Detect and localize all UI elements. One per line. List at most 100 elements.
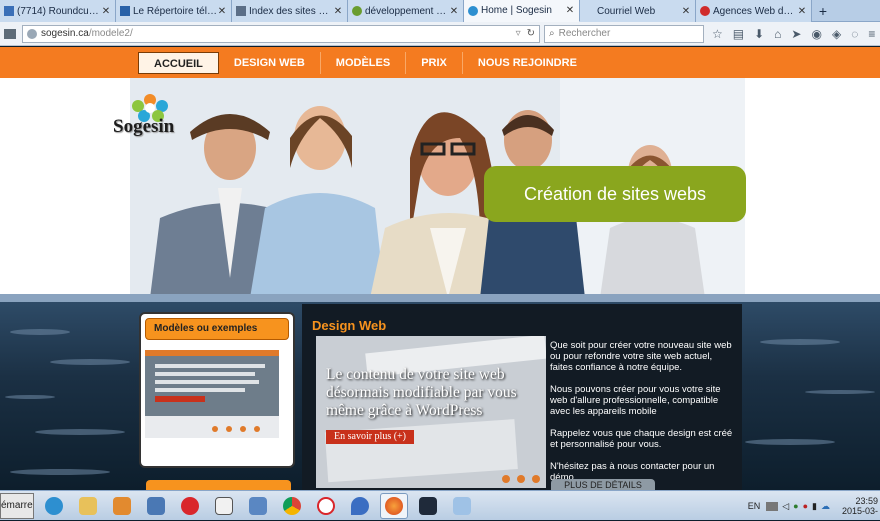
- terminal-icon: [419, 496, 437, 515]
- menu-item-design-web[interactable]: DESIGN WEB: [219, 52, 321, 74]
- network-tray-icon[interactable]: ▮: [812, 501, 817, 512]
- sidebar-icon[interactable]: [4, 28, 16, 39]
- security-icon[interactable]: ●: [803, 501, 808, 511]
- firefox-taskbar-button[interactable]: [380, 492, 408, 519]
- folder-icon: [79, 496, 97, 515]
- hero: [0, 78, 880, 298]
- firefox-icon: [385, 496, 403, 515]
- star-icon[interactable]: ☆: [712, 27, 723, 41]
- url-host: sogesin.ca: [41, 28, 89, 39]
- map-pin-icon: [351, 496, 369, 515]
- clipboard-icon[interactable]: ▤: [733, 27, 744, 41]
- page-icon: [120, 6, 130, 16]
- model-thumbnail[interactable]: [145, 350, 279, 438]
- models-sidebar: Modèles ou exemples: [139, 312, 295, 468]
- app-taskbar-button[interactable]: [312, 493, 340, 519]
- tab[interactable]: Index des sites du Kamour... ✕: [232, 0, 348, 22]
- ie-icon: [45, 496, 63, 515]
- close-icon[interactable]: ✕: [333, 6, 343, 17]
- checkmark-icon: [181, 496, 199, 515]
- system-tray: EN ◁ ● ● ▮ ☁ 23:59 2015-03-: [748, 491, 880, 521]
- menu-icon[interactable]: ≡: [868, 27, 875, 41]
- start-button[interactable]: émarrer: [0, 492, 34, 519]
- menu-item-accueil[interactable]: ACCUEIL: [138, 52, 219, 74]
- home-icon[interactable]: ⌂: [774, 27, 781, 41]
- thumbnail-illustration: [145, 350, 279, 438]
- dropdown-icon[interactable]: ▿: [516, 28, 521, 39]
- tab[interactable]: (7714) Roundcube We... ✕: [0, 0, 116, 22]
- chat-icon[interactable]: ◌: [851, 27, 858, 41]
- explorer-taskbar-button[interactable]: [74, 493, 102, 519]
- close-icon[interactable]: ✕: [449, 6, 459, 17]
- reload-icon[interactable]: ↻: [527, 28, 535, 39]
- clock[interactable]: 23:59 2015-03-: [836, 496, 880, 516]
- cloud-icon[interactable]: ☁: [821, 501, 830, 512]
- xml-taskbar-button[interactable]: [244, 493, 272, 519]
- globe-toolbar-icon[interactable]: ◉: [811, 27, 821, 41]
- chrome-icon: [283, 496, 301, 515]
- chrome-taskbar-button[interactable]: [278, 493, 306, 519]
- new-tab-icon[interactable]: +: [812, 0, 834, 22]
- media-taskbar-button[interactable]: [108, 493, 136, 519]
- more-details-button[interactable]: PLUS DE DÉTAILS: [551, 479, 655, 490]
- check-taskbar-button[interactable]: [176, 493, 204, 519]
- search-placeholder: Rechercher: [558, 28, 611, 39]
- network-taskbar-button[interactable]: [142, 493, 170, 519]
- calculator-taskbar-button[interactable]: [448, 493, 476, 519]
- site-icon: [352, 6, 362, 16]
- roundcube-icon: [4, 6, 14, 16]
- media-player-icon: [113, 496, 131, 515]
- shield-icon[interactable]: ◈: [832, 27, 841, 41]
- document-icon: [215, 496, 233, 515]
- tab[interactable]: Agences Web du Qué... ✕: [696, 0, 812, 22]
- send-icon[interactable]: ➤: [791, 27, 801, 41]
- page-icon: [236, 6, 246, 16]
- close-icon[interactable]: ✕: [217, 6, 227, 17]
- menu-item-nous-rejoindre[interactable]: NOUS REJOINDRE: [463, 52, 592, 74]
- section-title: Design Web: [312, 318, 387, 333]
- globe-icon: [27, 28, 37, 39]
- tab[interactable]: développement web | ... ✕: [348, 0, 464, 22]
- tab-strip: (7714) Roundcube We... ✕ Le Répertoire t…: [0, 0, 880, 22]
- volume-icon[interactable]: ◁: [782, 501, 789, 512]
- tab[interactable]: Courriel Web ✕: [580, 0, 696, 22]
- tab[interactable]: Le Répertoire téléphonique... ✕: [116, 0, 232, 22]
- url-bar[interactable]: sogesin.ca/modele2/ ▿ ↻: [22, 24, 540, 43]
- close-icon[interactable]: ✕: [797, 6, 807, 17]
- clock-date: 2015-03-: [841, 506, 878, 516]
- maps-taskbar-button[interactable]: [346, 493, 374, 519]
- close-icon[interactable]: ✕: [101, 6, 111, 17]
- tab-active[interactable]: Home | Sogesin ✕: [464, 0, 580, 22]
- document-taskbar-button[interactable]: [210, 493, 238, 519]
- search-input[interactable]: ⌕ Rechercher: [544, 24, 704, 43]
- close-icon[interactable]: ✕: [681, 6, 691, 17]
- hero-cta-banner[interactable]: Création de sites webs: [484, 166, 746, 222]
- close-icon[interactable]: ✕: [565, 5, 575, 16]
- description: Que soit pour créer votre nouveau site w…: [550, 340, 736, 494]
- search-icon: ⌕: [549, 28, 555, 39]
- panel-headline: Le contenu de votre site web désormais m…: [326, 366, 517, 419]
- taskbar: émarrer EN ◁ ● ● ▮ ☁ 23:59 2015-03-: [0, 490, 880, 520]
- language-indicator[interactable]: EN: [748, 501, 761, 511]
- url-path: /modele2/: [88, 28, 133, 39]
- network-icon: [147, 496, 165, 515]
- xml-icon: [249, 496, 267, 515]
- download-icon[interactable]: ⬇: [754, 27, 764, 41]
- menu-item-modeles[interactable]: MODÈLES: [321, 52, 407, 74]
- sogesin-icon: [468, 5, 478, 16]
- clock-time: 23:59: [855, 496, 878, 506]
- logo-text: Sogesin: [113, 116, 175, 137]
- divider-strip: [0, 294, 880, 302]
- description-paragraph: Rappelez vous que chaque design est créé…: [550, 428, 733, 450]
- menu-item-prix[interactable]: PRIX: [406, 52, 463, 74]
- keyboard-icon[interactable]: [766, 501, 779, 511]
- description-paragraph: Que soit pour créer votre nouveau site w…: [550, 340, 732, 373]
- sidebar-title[interactable]: Modèles ou exemples: [145, 318, 289, 340]
- calculator-icon: [453, 496, 471, 515]
- learn-more-button[interactable]: En savoir plus (+): [326, 430, 415, 444]
- terminal-taskbar-button[interactable]: [414, 493, 442, 519]
- ie-taskbar-button[interactable]: [40, 493, 68, 519]
- update-icon[interactable]: ●: [793, 501, 798, 511]
- main-menu: ACCUEIL DESIGN WEB MODÈLES PRIX NOUS REJ…: [138, 52, 592, 74]
- app-icon: [317, 496, 335, 515]
